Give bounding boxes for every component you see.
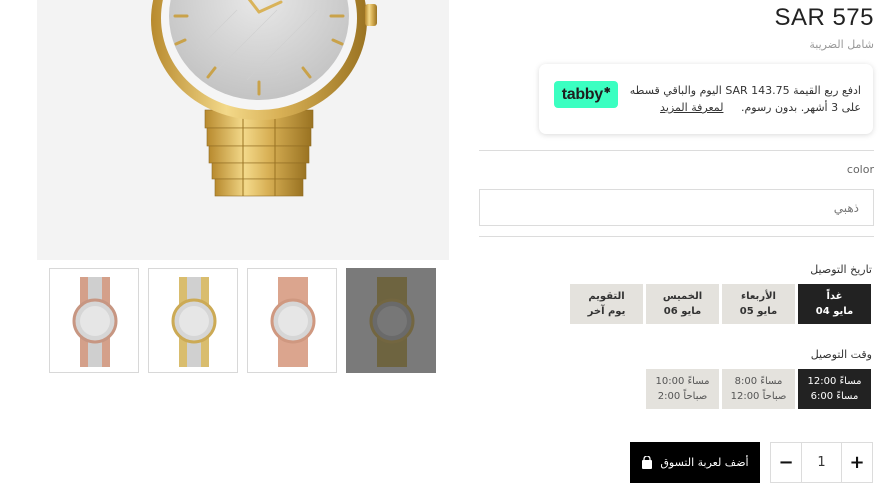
- delivery-date-option-thursday[interactable]: الخميس 06 مايو: [646, 284, 719, 324]
- thumbnail-rose-gold[interactable]: [247, 268, 337, 373]
- delivery-time-options: 12:00 مساءً 6:00 مساءً 8:00 مساءً 12:00 …: [646, 369, 871, 409]
- thumbnail-rose-silver[interactable]: [49, 268, 139, 373]
- delivery-date-title: تاريخ التوصيل: [810, 263, 872, 276]
- option-line1: التقويم: [588, 291, 625, 302]
- watch-thumb-image: [171, 277, 217, 367]
- tabby-installment-box: ادفع ربع القيمة SAR 143.75 اليوم والباقي…: [539, 64, 873, 134]
- option-line2: يوم آخر: [587, 306, 626, 317]
- tax-note: شامل الضريبة: [809, 38, 874, 51]
- option-line1: 12:00 مساءً: [807, 376, 862, 387]
- delivery-time-option-3[interactable]: 10:00 مساءً 2:00 صباحاً: [646, 369, 719, 409]
- quantity-decrease-button[interactable]: −: [771, 443, 801, 482]
- option-line2: 04 مايو: [815, 306, 854, 317]
- add-to-cart-label: أضف لعربة التسوق: [660, 456, 749, 469]
- delivery-time-option-1[interactable]: 12:00 مساءً 6:00 مساءً: [798, 369, 871, 409]
- tabby-description: ادفع ربع القيمة SAR 143.75 اليوم والباقي…: [611, 82, 861, 116]
- shopping-bag-icon: [642, 456, 653, 469]
- watch-thumb-image: [369, 277, 415, 367]
- product-price: SAR 575: [774, 4, 874, 31]
- delivery-date-option-wednesday[interactable]: الأربعاء 05 مايو: [722, 284, 795, 324]
- sparkle-icon: ✱: [603, 86, 611, 95]
- delivery-date-option-tomorrow[interactable]: غداً 04 مايو: [798, 284, 871, 324]
- add-to-cart-button[interactable]: أضف لعربة التسوق: [630, 442, 760, 483]
- option-line2: 12:00 صباحاً: [730, 391, 787, 402]
- delivery-date-option-calendar[interactable]: التقويم يوم آخر: [570, 284, 643, 324]
- thumbnail-strip: [49, 268, 436, 373]
- color-select[interactable]: ذهبي: [479, 189, 874, 226]
- option-line1: الخميس: [662, 291, 703, 302]
- divider: [479, 236, 874, 237]
- option-line2: 6:00 مساءً: [810, 391, 859, 402]
- option-line1: 10:00 مساءً: [655, 376, 710, 387]
- divider: [479, 150, 874, 151]
- delivery-time-option-2[interactable]: 8:00 مساءً 12:00 صباحاً: [722, 369, 795, 409]
- quantity-increase-button[interactable]: +: [842, 443, 872, 482]
- option-line1: غداً: [826, 291, 843, 302]
- tabby-learn-more-link[interactable]: لمعرفة المزيد: [660, 101, 723, 114]
- thumbnail-gold[interactable]: [346, 268, 436, 373]
- delivery-time-title: وقت التوصيل: [810, 348, 872, 361]
- tabby-logo-text: tabby: [561, 85, 603, 103]
- product-main-image[interactable]: [37, 0, 449, 260]
- thumbnail-gold-silver[interactable]: [148, 268, 238, 373]
- delivery-date-options: غداً 04 مايو الأربعاء 05 مايو الخميس 06 …: [570, 284, 871, 324]
- quantity-value[interactable]: 1: [801, 443, 842, 482]
- watch-thumb-image: [72, 277, 118, 367]
- color-label: color: [846, 163, 874, 176]
- color-select-value: ذهبي: [833, 201, 859, 215]
- option-line1: الأربعاء: [741, 291, 776, 302]
- watch-image: [151, 0, 377, 197]
- option-line1: 8:00 مساءً: [734, 376, 783, 387]
- watch-thumb-image: [270, 277, 316, 367]
- option-line2: 05 مايو: [739, 306, 778, 317]
- option-line2: 2:00 صباحاً: [657, 391, 708, 402]
- option-line2: 06 مايو: [663, 306, 702, 317]
- tabby-logo: tabby ✱: [554, 81, 618, 108]
- quantity-stepper: − 1 +: [770, 442, 873, 483]
